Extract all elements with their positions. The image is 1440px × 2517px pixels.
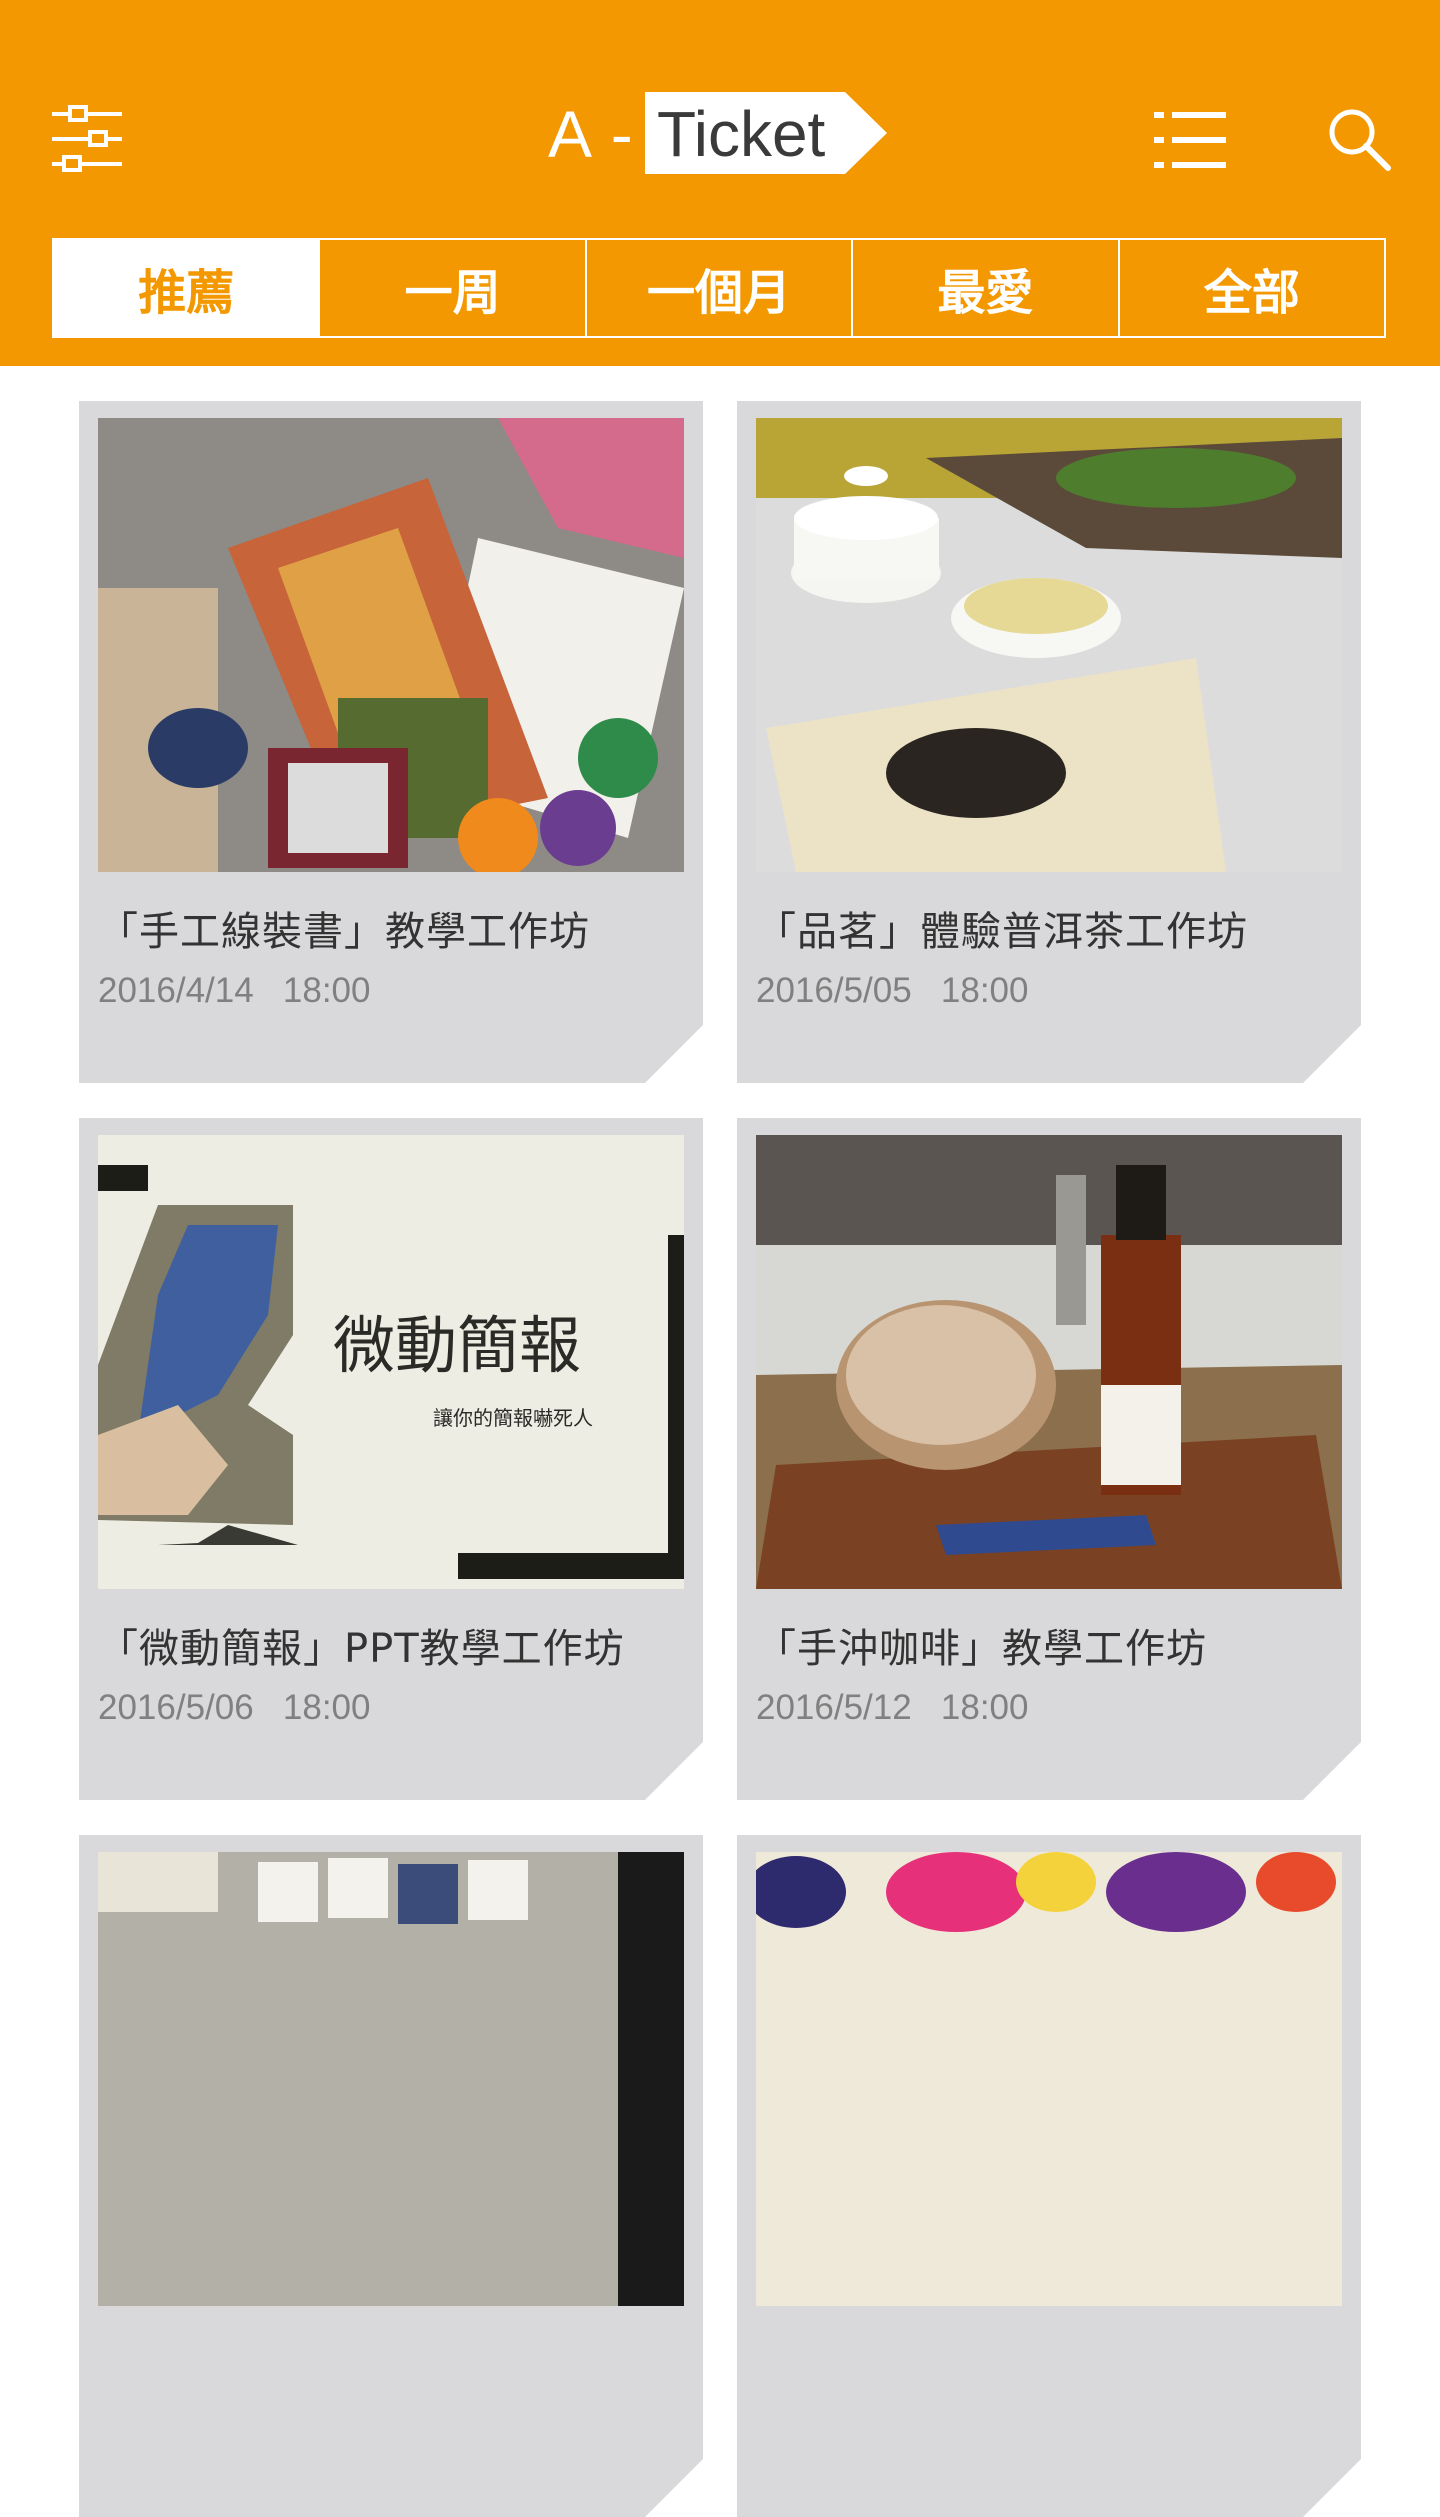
event-card[interactable] bbox=[79, 1835, 703, 2517]
event-title: 「手工線裝書」教學工作坊 bbox=[98, 909, 590, 955]
event-datetime: 2016/5/05 18:00 bbox=[756, 971, 1029, 1011]
event-date: 2016/5/05 bbox=[756, 971, 912, 1010]
event-datetime: 2016/5/06 18:00 bbox=[98, 1688, 371, 1728]
event-thumbnail: 微動簡報 讓你的簡報嚇死人 bbox=[98, 1135, 684, 1589]
sliders-icon[interactable] bbox=[50, 104, 124, 174]
event-card[interactable] bbox=[737, 1835, 1361, 2517]
event-date: 2016/5/06 bbox=[98, 1688, 254, 1727]
event-date: 2016/5/12 bbox=[756, 1688, 912, 1727]
ppt-subtitle: 讓你的簡報嚇死人 bbox=[433, 1406, 593, 1430]
logo-ticket-tag: Ticket bbox=[645, 92, 887, 174]
event-card[interactable]: 「品茗」體驗普洱茶工作坊 2016/5/05 18:00 bbox=[737, 401, 1361, 1083]
tab-all[interactable]: 全部 bbox=[1117, 240, 1384, 336]
event-title: 「微動簡報」PPT教學工作坊 bbox=[98, 1626, 625, 1672]
search-icon[interactable] bbox=[1326, 106, 1392, 172]
event-thumbnail bbox=[98, 418, 684, 872]
category-tabs: 推薦 一周 一個月 最愛 全部 bbox=[52, 238, 1386, 338]
app-logo: A - Ticket bbox=[548, 92, 892, 176]
event-thumbnail bbox=[98, 1852, 684, 2306]
event-thumbnail bbox=[756, 418, 1342, 872]
event-card[interactable]: 微動簡報 讓你的簡報嚇死人 「微動簡報」PPT教學工作坊 2016/5/06 1… bbox=[79, 1118, 703, 1800]
event-time: 18:00 bbox=[282, 1688, 371, 1727]
event-thumbnail bbox=[756, 1852, 1342, 2306]
event-title: 「手沖咖啡」教學工作坊 bbox=[756, 1626, 1207, 1672]
app-header: A - Ticket 推薦 一周 一個月 最愛 全部 bbox=[0, 0, 1440, 366]
event-time: 18:00 bbox=[940, 971, 1029, 1010]
event-datetime: 2016/5/12 18:00 bbox=[756, 1688, 1029, 1728]
list-icon[interactable] bbox=[1154, 110, 1226, 170]
tab-week[interactable]: 一周 bbox=[318, 240, 584, 336]
logo-word: Ticket bbox=[657, 98, 826, 170]
event-card[interactable]: 「手沖咖啡」教學工作坊 2016/5/12 18:00 bbox=[737, 1118, 1361, 1800]
ppt-heading: 微動簡報 bbox=[333, 1309, 581, 1382]
logo-prefix: A - bbox=[548, 97, 635, 171]
event-card[interactable]: 「手工線裝書」教學工作坊 2016/4/14 18:00 bbox=[79, 401, 703, 1083]
event-thumbnail bbox=[756, 1135, 1342, 1589]
event-time: 18:00 bbox=[282, 971, 371, 1010]
event-grid: 「手工線裝書」教學工作坊 2016/4/14 18:00 「品茗」體驗普洱茶工作… bbox=[0, 366, 1440, 1920]
tab-month[interactable]: 一個月 bbox=[584, 240, 851, 336]
event-date: 2016/4/14 bbox=[98, 971, 254, 1010]
tab-favorites[interactable]: 最愛 bbox=[851, 240, 1117, 336]
tab-recommended[interactable]: 推薦 bbox=[54, 240, 319, 336]
event-datetime: 2016/4/14 18:00 bbox=[98, 971, 371, 1011]
event-title: 「品茗」體驗普洱茶工作坊 bbox=[756, 909, 1248, 955]
event-time: 18:00 bbox=[940, 1688, 1029, 1727]
